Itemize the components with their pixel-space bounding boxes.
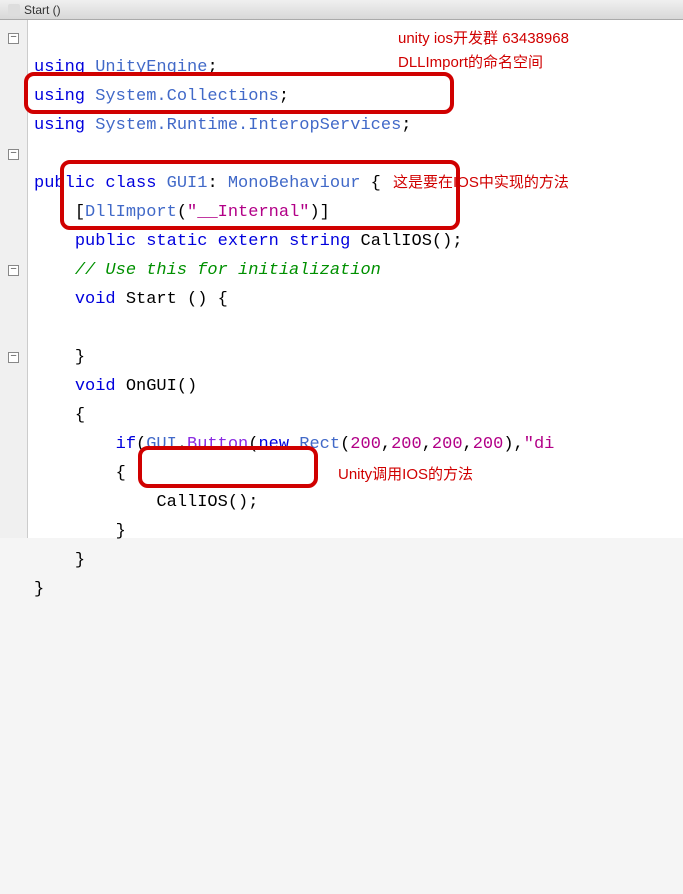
fold-toggle[interactable]: −	[0, 140, 27, 169]
file-icon	[8, 4, 20, 16]
annotation-group-info: unity ios开发群 63438968	[398, 24, 569, 53]
fold-toggle[interactable]: −	[0, 343, 27, 372]
tab-title: Start ()	[24, 3, 61, 17]
annotation-call-method: Unity调用IOS的方法	[338, 460, 473, 489]
fold-gutter: − − − −	[0, 20, 28, 538]
title-bar: Start ()	[0, 0, 683, 20]
fold-toggle[interactable]: −	[0, 24, 27, 53]
annotation-namespace: DLLImport的命名空间	[398, 48, 543, 77]
code-editor: − − − − using UnityEngine; using System.…	[0, 20, 683, 538]
fold-toggle[interactable]: −	[0, 256, 27, 285]
code-area[interactable]: using UnityEngine; using System.Collecti…	[28, 20, 683, 538]
annotation-ios-method: 这是要在IOS中实现的方法	[393, 168, 569, 197]
